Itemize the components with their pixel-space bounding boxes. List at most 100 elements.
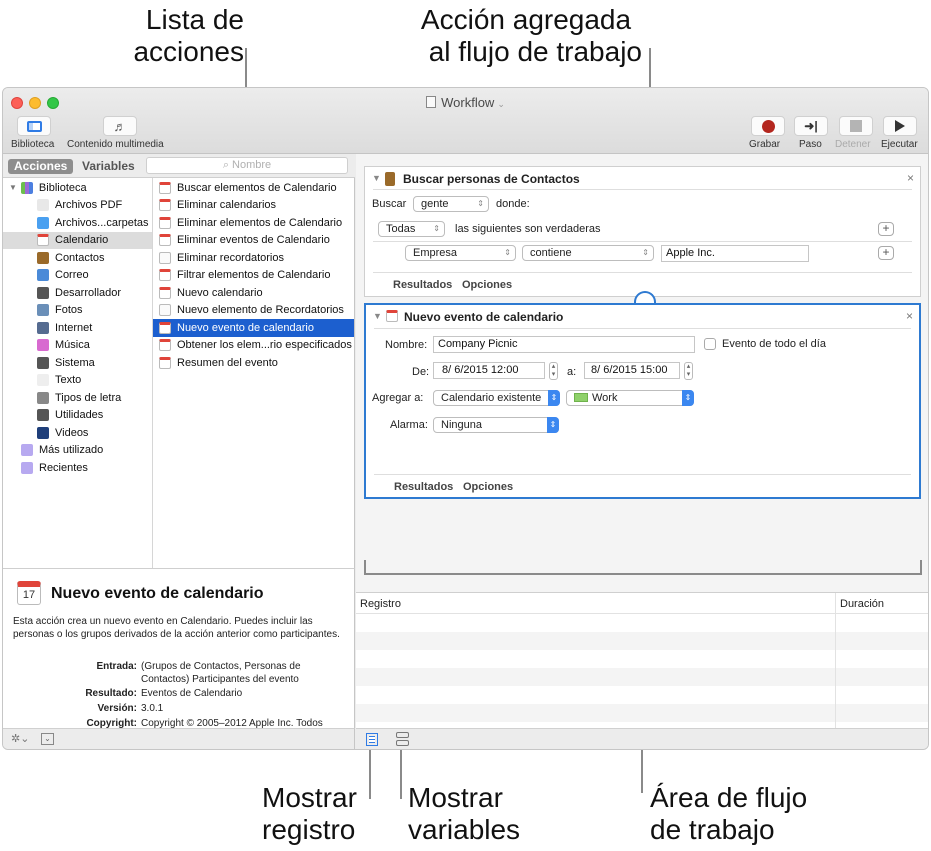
add-condition-button[interactable]: + bbox=[878, 246, 894, 260]
library-root[interactable]: ▼ Biblioteca bbox=[3, 179, 152, 197]
start-date-stepper[interactable]: ▴ ▾ bbox=[549, 362, 558, 380]
action-item[interactable]: Resumen del evento bbox=[153, 354, 354, 372]
options-tab[interactable]: Opciones bbox=[463, 481, 513, 493]
record-label: Grabar bbox=[749, 139, 781, 150]
duration-column-header[interactable]: Duración bbox=[840, 598, 884, 610]
workflow-bottom-bar bbox=[356, 728, 928, 749]
smart-group-item[interactable]: Más utilizado bbox=[3, 442, 152, 460]
action-item[interactable]: Obtener los elem...rio especificados bbox=[153, 337, 354, 355]
toggle-description-button[interactable]: ⌄ bbox=[41, 733, 54, 745]
log-row bbox=[356, 614, 928, 632]
library-item[interactable]: Contactos bbox=[3, 249, 152, 267]
operator-popup[interactable]: contiene ⇕ bbox=[522, 245, 654, 261]
library-item[interactable]: Internet bbox=[3, 319, 152, 337]
gear-menu-button[interactable]: ✲⌄ bbox=[11, 732, 29, 745]
action-item[interactable]: Eliminar calendarios bbox=[153, 197, 354, 215]
results-tab[interactable]: Resultados bbox=[393, 279, 452, 291]
search-input[interactable]: ⌕ Nombre bbox=[146, 157, 348, 174]
media-icon: ♬ bbox=[113, 118, 127, 134]
action-card-new-event[interactable]: ▼ Nuevo evento de calendario × Nombre: C… bbox=[364, 303, 921, 499]
calendar-icon bbox=[159, 286, 171, 299]
library-item[interactable]: Tipos de letra bbox=[3, 389, 152, 407]
action-item[interactable]: Nuevo calendario bbox=[153, 284, 354, 302]
callout-actions-list: Lista de acciones bbox=[133, 4, 244, 67]
add-to-popup[interactable]: Calendario existente ⇕ bbox=[433, 390, 560, 406]
updown-icon: ⇕ bbox=[642, 248, 649, 257]
library-item[interactable]: Utilidades bbox=[3, 407, 152, 425]
automator-window: Workflow ⌄ Biblioteca ♬ Contenido multime… bbox=[2, 87, 929, 750]
callout-show-variables: Mostrar variables bbox=[408, 782, 521, 845]
calendar-icon bbox=[37, 234, 49, 247]
tab-actions[interactable]: Acciones bbox=[8, 159, 74, 174]
library-item[interactable]: Correo bbox=[3, 267, 152, 285]
end-date-field[interactable]: 8/ 6/2015 15:00 bbox=[584, 362, 680, 379]
media-button[interactable]: ♬ bbox=[103, 116, 137, 136]
library-item[interactable]: Videos bbox=[3, 424, 152, 442]
run-button[interactable] bbox=[883, 116, 917, 136]
library-item[interactable]: Archivos PDF bbox=[3, 197, 152, 215]
library-item[interactable]: Sistema bbox=[3, 354, 152, 372]
alarm-popup[interactable]: Ninguna ⇕ bbox=[433, 417, 559, 433]
collapse-triangle-icon[interactable]: ▼ bbox=[372, 173, 381, 183]
library-item[interactable]: Texto bbox=[3, 372, 152, 390]
options-tab[interactable]: Opciones bbox=[462, 279, 512, 291]
log-row bbox=[356, 632, 928, 650]
library-item[interactable]: Fotos bbox=[3, 302, 152, 320]
action-item[interactable]: Nuevo evento de calendario bbox=[153, 319, 354, 337]
field-popup[interactable]: Empresa ⇕ bbox=[405, 245, 516, 261]
action-card-find-contacts[interactable]: ▼ Buscar personas de Contactos × Buscar … bbox=[364, 166, 921, 297]
pdf-icon bbox=[37, 199, 49, 212]
step-button[interactable]: ➜| bbox=[794, 116, 828, 136]
log-header: Registro Duración bbox=[356, 593, 928, 614]
stop-label: Detener bbox=[835, 139, 871, 150]
library-label: Biblioteca bbox=[11, 139, 55, 150]
log-row bbox=[356, 686, 928, 704]
action-item[interactable]: Nuevo elemento de Recordatorios bbox=[153, 302, 354, 320]
developer-icon bbox=[37, 286, 49, 299]
library-icon bbox=[20, 181, 33, 194]
updown-icon: ⇕ bbox=[433, 224, 440, 233]
videos-icon bbox=[37, 426, 49, 439]
media-label: Contenido multimedia bbox=[67, 139, 164, 150]
results-tab[interactable]: Resultados bbox=[394, 481, 453, 493]
contacts-icon bbox=[37, 251, 49, 264]
collapse-triangle-icon[interactable]: ▼ bbox=[373, 311, 382, 321]
disclosure-triangle-icon: ▼ bbox=[9, 183, 17, 193]
all-day-checkbox[interactable] bbox=[704, 338, 716, 350]
calendar-icon bbox=[159, 269, 171, 282]
end-date-stepper[interactable]: ▴ ▾ bbox=[684, 362, 693, 380]
action-item[interactable]: Eliminar recordatorios bbox=[153, 249, 354, 267]
library-button[interactable] bbox=[17, 116, 51, 136]
record-button[interactable] bbox=[751, 116, 785, 136]
library-item[interactable]: Desarrollador bbox=[3, 284, 152, 302]
smart-group-item[interactable]: Recientes bbox=[3, 459, 152, 477]
window-title[interactable]: Workflow ⌄ bbox=[3, 95, 928, 110]
log-column-header[interactable]: Registro bbox=[360, 598, 401, 610]
updown-icon: ⇕ bbox=[547, 417, 559, 433]
tab-variables[interactable]: Variables bbox=[76, 159, 141, 174]
library-item[interactable]: Música bbox=[3, 337, 152, 355]
callout-line bbox=[369, 749, 371, 799]
show-variables-button[interactable] bbox=[396, 732, 409, 747]
music-icon bbox=[37, 339, 49, 352]
action-item[interactable]: Eliminar eventos de Calendario bbox=[153, 232, 354, 250]
library-item[interactable]: Archivos...carpetas bbox=[3, 214, 152, 232]
library-item[interactable]: Calendario bbox=[3, 231, 152, 249]
action-item[interactable]: Buscar elementos de Calendario bbox=[153, 179, 354, 197]
calendar-popup[interactable]: Work ⇕ bbox=[566, 390, 694, 406]
event-name-field[interactable]: Company Picnic bbox=[433, 336, 695, 353]
search-type-popup[interactable]: gente ⇕ bbox=[413, 196, 489, 212]
run-label: Ejecutar bbox=[881, 139, 918, 150]
action-item[interactable]: Filtrar elementos de Calendario bbox=[153, 267, 354, 285]
add-condition-button[interactable]: + bbox=[878, 222, 894, 236]
callout-bracket bbox=[920, 560, 922, 574]
close-icon[interactable]: × bbox=[906, 309, 913, 323]
show-log-button[interactable] bbox=[366, 733, 378, 746]
finder-icon bbox=[37, 216, 49, 229]
condition-value-field[interactable]: Apple Inc. bbox=[661, 245, 809, 262]
start-date-field[interactable]: 8/ 6/2015 12:00 bbox=[433, 362, 545, 379]
action-item[interactable]: Eliminar elementos de Calendario bbox=[153, 214, 354, 232]
match-popup[interactable]: Todas ⇕ bbox=[378, 221, 445, 237]
close-icon[interactable]: × bbox=[907, 171, 914, 185]
title-bar: Workflow ⌄ Biblioteca ♬ Contenido multime… bbox=[3, 88, 928, 154]
